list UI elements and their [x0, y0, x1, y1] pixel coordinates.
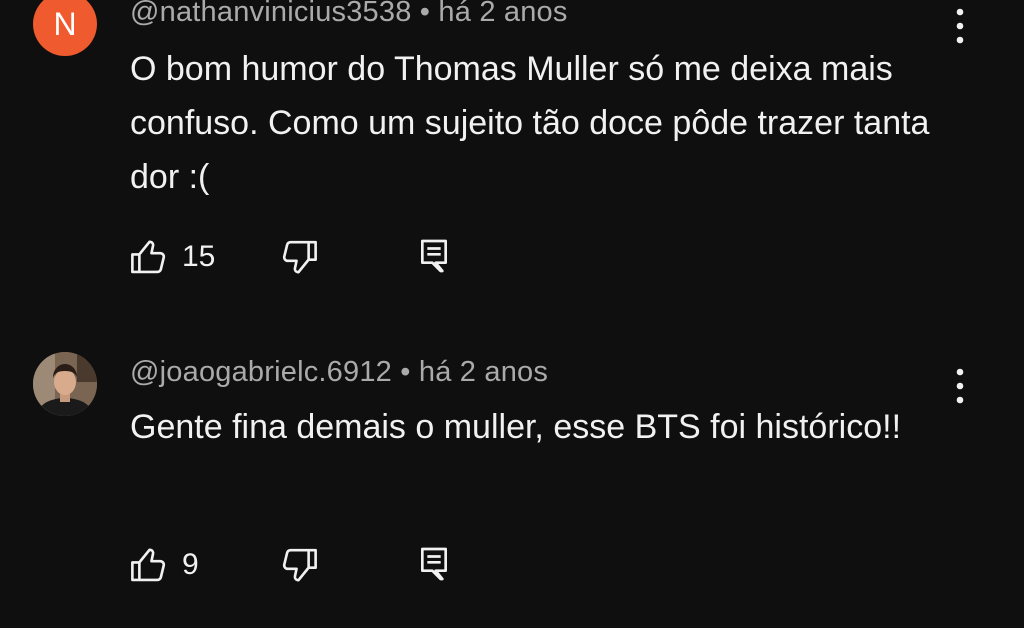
comment-text: O bom humor do Thomas Muller só me deixa… — [130, 50, 930, 196]
thumbs-up-icon — [128, 548, 170, 590]
comment-reply-icon — [416, 547, 452, 588]
more-vertical-icon[interactable] — [948, 366, 972, 406]
like-button[interactable] — [128, 236, 170, 283]
user-photo-avatar-icon — [33, 352, 97, 416]
like-count: 15 — [182, 240, 216, 273]
avatar-letter: N — [53, 5, 77, 42]
comments-list: N @nathanvinicius3538 • há 2 anos O bom … — [0, 0, 1024, 628]
comment-text: Gente fina demais o muller, esse BTS foi… — [130, 408, 902, 446]
reply-button[interactable] — [416, 544, 452, 589]
thumbs-up-icon — [128, 240, 170, 282]
thumbs-down-icon — [278, 548, 320, 590]
reply-button[interactable] — [416, 236, 452, 281]
avatar[interactable] — [33, 352, 97, 416]
dislike-button[interactable] — [278, 236, 320, 283]
comment-reply-icon — [416, 239, 452, 280]
comment-actions: 9 — [128, 544, 488, 592]
dislike-button[interactable] — [278, 544, 320, 591]
avatar[interactable]: N — [33, 0, 97, 56]
comment-actions: 15 — [128, 236, 488, 284]
like-count: 9 — [182, 548, 199, 581]
thumbs-down-icon — [278, 240, 320, 282]
more-vertical-icon[interactable] — [948, 6, 972, 46]
comment-author-meta[interactable]: @nathanvinicius3538 • há 2 anos — [130, 0, 568, 29]
comment-author-meta[interactable]: @joaogabrielc.6912 • há 2 anos — [130, 356, 548, 389]
like-button[interactable] — [128, 544, 170, 591]
